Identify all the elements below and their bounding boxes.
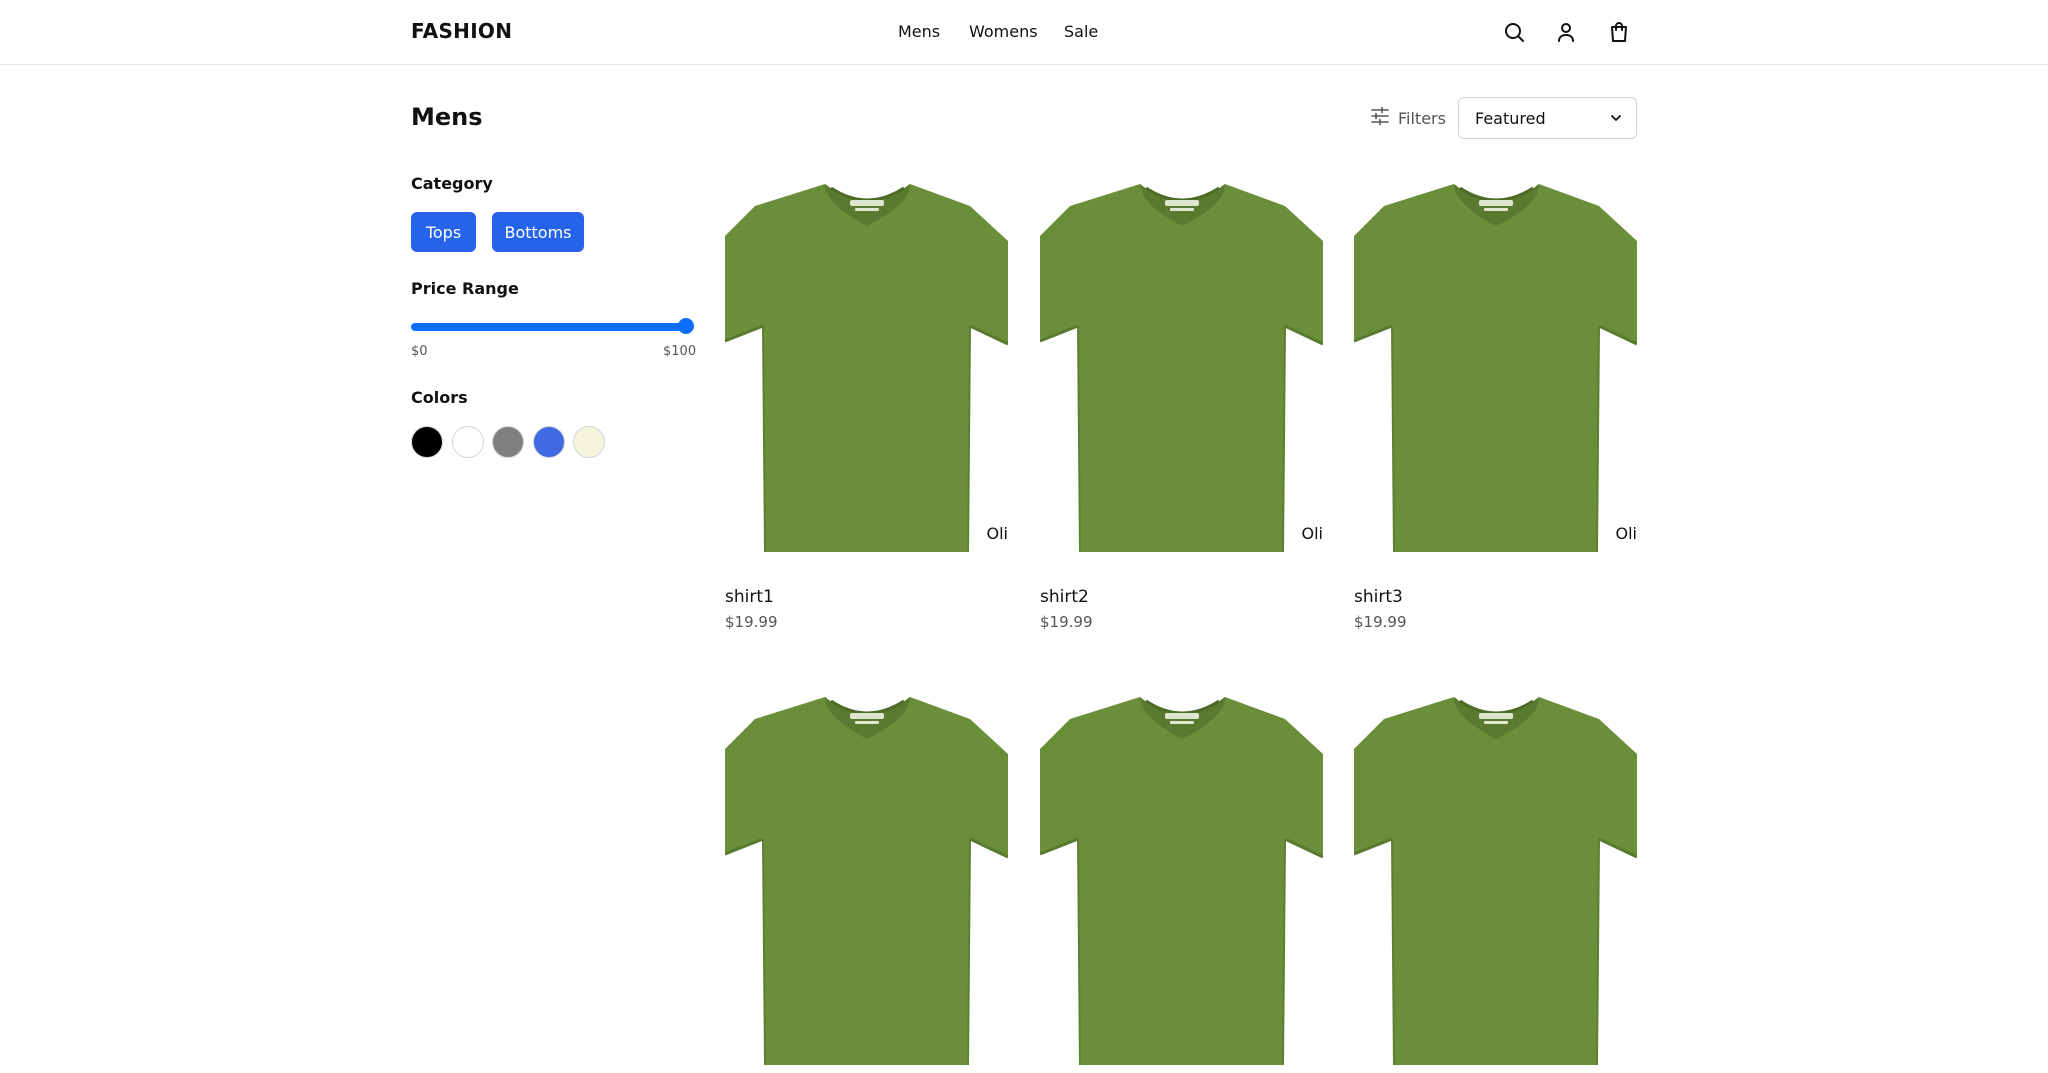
product-name[interactable]: shirt3 (1354, 587, 1403, 607)
nav-link-sale[interactable]: Sale (1064, 22, 1098, 41)
product-price: $19.99 (725, 613, 778, 631)
product-image[interactable] (1354, 689, 1637, 1073)
product-image[interactable] (725, 176, 1008, 560)
colors-heading: Colors (411, 388, 468, 407)
product-image[interactable] (725, 689, 1008, 1073)
filters-label: Filters (1398, 108, 1446, 128)
price-max-label: $100 (663, 344, 697, 359)
product-name[interactable]: shirt2 (1040, 587, 1089, 607)
product-color-badge: Oli (1615, 524, 1637, 543)
color-swatch-gray[interactable] (492, 426, 524, 458)
price-range-heading: Price Range (411, 279, 519, 298)
user-icon[interactable] (1554, 20, 1578, 44)
product-color-badge: Oli (986, 524, 1008, 543)
filters-button[interactable]: Filters (1370, 106, 1446, 130)
color-swatch-black[interactable] (411, 426, 443, 458)
price-min-label: $0 (411, 344, 428, 359)
price-range-slider-track[interactable] (411, 323, 686, 331)
sort-dropdown[interactable]: Featured (1458, 97, 1637, 139)
product-color-badge: Oli (1301, 524, 1323, 543)
search-icon[interactable] (1502, 20, 1526, 44)
sort-selected-value: Featured (1475, 109, 1546, 128)
product-image[interactable] (1040, 689, 1323, 1073)
product-name[interactable]: shirt1 (725, 587, 774, 607)
color-swatch-white[interactable] (452, 426, 484, 458)
shopping-bag-icon[interactable] (1607, 20, 1631, 44)
page-title: Mens (411, 103, 483, 131)
color-swatch-blue[interactable] (533, 426, 565, 458)
category-bottoms-button[interactable]: Bottoms (492, 212, 584, 252)
top-header: FASHION Mens Womens Sale (0, 0, 2048, 65)
product-price: $19.99 (1354, 613, 1407, 631)
product-image[interactable] (1040, 176, 1323, 560)
category-tops-button[interactable]: Tops (411, 212, 476, 252)
nav-link-mens[interactable]: Mens (898, 22, 940, 41)
nav-link-womens[interactable]: Womens (969, 22, 1038, 41)
color-swatch-beige[interactable] (573, 426, 605, 458)
price-range-slider-thumb[interactable] (678, 318, 694, 334)
filters-sliders-icon (1370, 106, 1390, 130)
category-heading: Category (411, 174, 493, 193)
site-logo[interactable]: FASHION (411, 19, 512, 43)
product-price: $19.99 (1040, 613, 1093, 631)
product-image[interactable] (1354, 176, 1637, 560)
chevron-down-icon (1608, 110, 1624, 126)
